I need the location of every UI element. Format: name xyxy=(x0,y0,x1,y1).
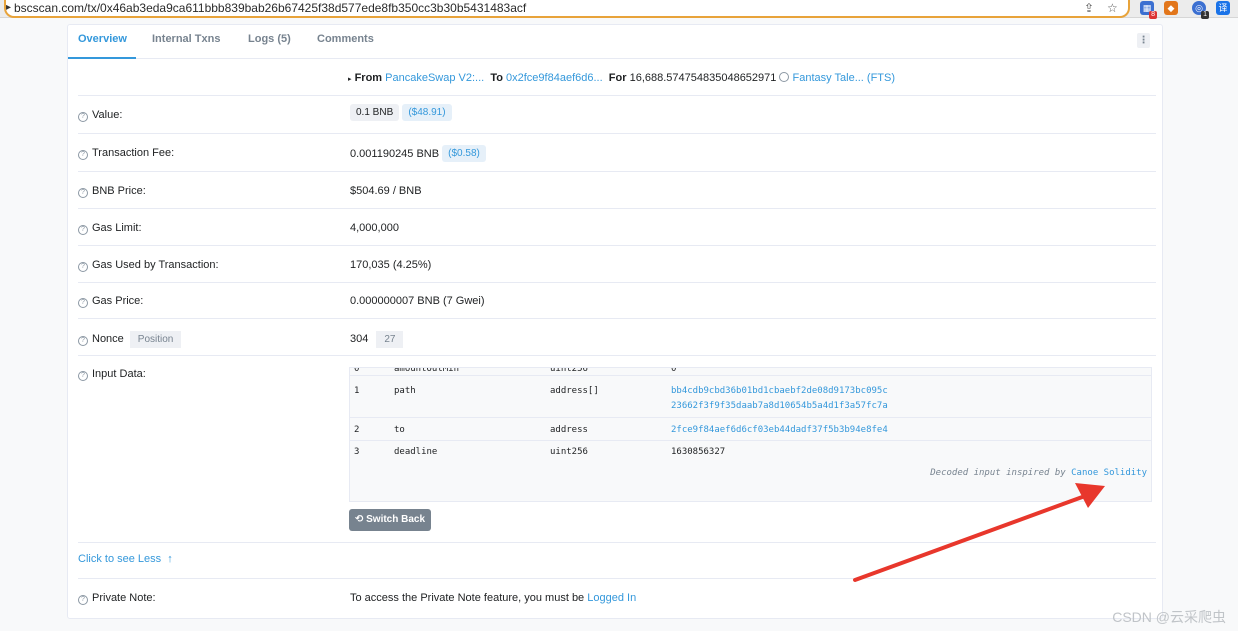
metamask-fox-icon[interactable]: ◆ xyxy=(1164,1,1178,15)
gas-used-value: 170,035 (4.25%) xyxy=(350,259,432,271)
table-row: 2 to address 2fce9f84aef6d6cf03eb44dadf3… xyxy=(350,418,1151,441)
gas-used-label: Gas Used by Transaction: xyxy=(92,259,219,271)
help-icon[interactable]: ? xyxy=(78,150,88,160)
nonce-value: 304 xyxy=(350,333,369,345)
gas-price-row: ? Gas Price: 0.000000007 BNB (7 Gwei) xyxy=(78,283,1156,319)
position-value: 27 xyxy=(376,331,404,348)
arrow-up-icon: ↑ xyxy=(167,553,173,565)
fee-usd-badge: ($0.58) xyxy=(442,145,486,162)
help-icon[interactable]: ? xyxy=(78,595,88,605)
watermark: CSDN @云采爬虫 xyxy=(1112,609,1226,625)
divider xyxy=(78,542,1156,543)
gas-price-label: Gas Price: xyxy=(92,295,144,307)
gas-limit-label: Gas Limit: xyxy=(92,222,142,234)
private-note-text: To access the Private Note feature, you … xyxy=(350,592,585,604)
extension-icon[interactable]: ▦ 8 xyxy=(1140,1,1157,19)
transaction-card: Overview Internal Txns Logs (5) Comments… xyxy=(67,24,1163,619)
help-icon[interactable]: ? xyxy=(78,262,88,272)
help-icon[interactable]: ? xyxy=(78,225,88,235)
help-icon[interactable]: ? xyxy=(78,336,88,346)
caret-right-icon: ▸ xyxy=(348,76,352,83)
translate-icon[interactable]: 译 xyxy=(1216,1,1230,15)
more-options-icon[interactable]: ⋮ xyxy=(1137,33,1150,48)
for-label: For xyxy=(608,72,627,84)
bnb-price-row: ? BNB Price: $504.69 / BNB xyxy=(78,172,1156,209)
help-icon[interactable]: ? xyxy=(78,298,88,308)
table-row: 1 path address[] bb4cdb9cbd36b01bd1cbaeb… xyxy=(350,376,1151,418)
input-data-label: Input Data: xyxy=(92,368,146,380)
see-less-link[interactable]: Click to see Less ↑ xyxy=(78,553,173,565)
token-logo-icon xyxy=(779,72,790,82)
nonce-label: Nonce xyxy=(92,333,124,345)
fee-label: Transaction Fee: xyxy=(92,147,175,159)
tab-bar: Overview Internal Txns Logs (5) Comments… xyxy=(68,25,1162,59)
help-icon[interactable]: ? xyxy=(78,112,88,122)
gas-price-value: 0.000000007 BNB (7 Gwei) xyxy=(350,295,485,307)
gas-limit-row: ? Gas Limit: 4,000,000 xyxy=(78,209,1156,246)
token-link[interactable]: Fantasy Tale... (FTS) xyxy=(793,72,896,84)
table-row: 0 amountOutMin uint256 0 xyxy=(350,368,1151,376)
bnb-price-label: BNB Price: xyxy=(92,185,146,197)
token-transfer-row: ▸ From PancakeSwap V2:... To 0x2fce9f84a… xyxy=(78,59,1156,96)
decoded-credit: Decoded input inspired by Canoe Solidity xyxy=(930,468,1147,478)
share-icon[interactable]: ⇪ xyxy=(1084,1,1094,15)
token-amount: 16,688.574754835048652971 xyxy=(629,72,777,84)
browser-toolbar: ▸ bscscan.com/tx/0x46ab3eda9ca611bbb839b… xyxy=(0,0,1238,19)
login-link[interactable]: Logged In xyxy=(587,592,636,604)
canoe-solidity-link[interactable]: Canoe Solidity xyxy=(1071,468,1147,478)
fee-row: ? Transaction Fee: 0.001190245 BNB ($0.58… xyxy=(78,134,1156,172)
private-note-row: ? Private Note: To access the Private Not… xyxy=(78,578,1156,618)
undo-icon: ⟲ xyxy=(354,514,364,525)
value-amount: 0.1 BNB xyxy=(350,104,400,121)
switch-back-button[interactable]: ⟲ Switch Back xyxy=(349,509,431,531)
hash-link[interactable]: 2fce9f84aef6d6cf03eb44dadf37f5b3b94e8fe4 xyxy=(671,425,888,435)
from-label: From xyxy=(354,72,383,84)
bnb-price-value: $504.69 / BNB xyxy=(350,185,422,197)
bookmark-star-icon[interactable]: ☆ xyxy=(1107,1,1118,15)
nonce-row: ? Nonce Position 304 27 xyxy=(78,319,1156,356)
to-label: To xyxy=(490,72,503,84)
tab-internal-txns[interactable]: Internal Txns xyxy=(152,33,220,45)
value-row: ? Value: 0.1 BNB ($48.91) xyxy=(78,96,1156,134)
help-icon[interactable]: ? xyxy=(78,188,88,198)
position-tag: Position xyxy=(129,331,182,348)
tab-overview[interactable]: Overview xyxy=(78,33,127,45)
table-row: 3 deadline uint256 1630856327 xyxy=(354,447,726,457)
from-address-link[interactable]: PancakeSwap V2:... xyxy=(385,72,484,84)
url-text[interactable]: bscscan.com/tx/0x46ab3eda9ca611bbb839bab… xyxy=(14,1,526,15)
decoded-input-table[interactable]: 0 amountOutMin uint256 0 1 path address[… xyxy=(349,367,1152,502)
private-note-label: Private Note: xyxy=(92,592,156,604)
value-usd-badge: ($48.91) xyxy=(402,104,452,121)
gas-used-row: ? Gas Used by Transaction: 170,035 (4.25%… xyxy=(78,246,1156,283)
token-transfer: ▸ From PancakeSwap V2:... To 0x2fce9f84a… xyxy=(348,72,895,84)
address-bar[interactable]: ▸ bscscan.com/tx/0x46ab3eda9ca611bbb839b… xyxy=(4,0,1130,18)
fee-amount: 0.001190245 BNB xyxy=(350,148,440,160)
tab-comments[interactable]: Comments xyxy=(317,33,374,45)
value-label: Value: xyxy=(92,109,123,121)
tab-logs[interactable]: Logs (5) xyxy=(248,33,291,45)
gas-limit-value: 4,000,000 xyxy=(350,222,399,234)
help-icon[interactable]: ? xyxy=(78,371,88,381)
hash-link[interactable]: bb4cdb9cbd36b01bd1cbaebf2de08d9173bc095c xyxy=(671,386,888,396)
to-address-link[interactable]: 0x2fce9f84aef6d6... xyxy=(506,72,603,84)
hash-link[interactable]: 23662f3f9f35daab7a8d10654b5a4d1f3a57fc7a xyxy=(671,401,888,411)
extension-globe-icon[interactable]: ◎ 1 xyxy=(1192,1,1209,19)
site-info-icon[interactable]: ▸ xyxy=(6,2,12,14)
